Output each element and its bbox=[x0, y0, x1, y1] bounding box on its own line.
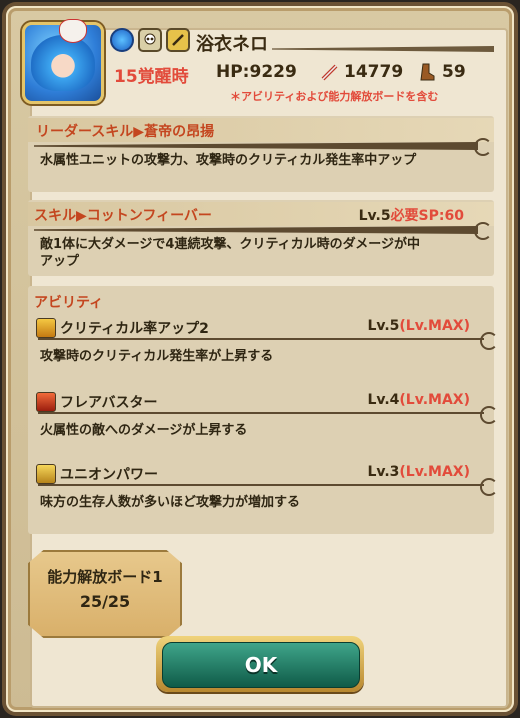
water-element-icon bbox=[110, 28, 134, 52]
ability-level-value: Lv.3 bbox=[367, 464, 400, 480]
divider-curl bbox=[480, 478, 498, 496]
section-divider bbox=[34, 226, 478, 234]
hp-value: HP:9229 bbox=[216, 62, 297, 82]
speed-stat: 59 bbox=[418, 62, 466, 82]
abilities-header: アビリティ bbox=[34, 295, 104, 311]
divider-curl bbox=[480, 332, 498, 350]
unit-attribute-icons bbox=[110, 28, 190, 52]
speed-value: 59 bbox=[442, 62, 466, 82]
sword-icon bbox=[321, 64, 338, 81]
ability-level-max: (Lv.MAX) bbox=[399, 464, 470, 480]
ability-row: フレアバスター Lv.4(Lv.MAX) bbox=[32, 390, 498, 424]
ability-name: ユニオンパワー bbox=[60, 467, 158, 483]
critical-up-icon bbox=[36, 318, 56, 338]
ability-level-value: Lv.5 bbox=[367, 318, 400, 334]
ok-button-frame: OK bbox=[156, 636, 364, 692]
ability-name: フレアバスター bbox=[60, 395, 158, 411]
ok-button[interactable]: OK bbox=[162, 642, 360, 688]
ability-divider bbox=[38, 338, 484, 340]
ability-divider bbox=[38, 412, 484, 414]
leader-skill-title: リーダースキル▶蒼帝の昂揚 bbox=[36, 124, 215, 140]
skill-sp: 必要SP:60 bbox=[390, 208, 464, 224]
divider-curl bbox=[474, 138, 492, 156]
avatar-art bbox=[31, 35, 95, 91]
ability-level: Lv.5(Lv.MAX) bbox=[367, 318, 470, 334]
section-divider bbox=[34, 142, 478, 150]
board-progress: 25/25 bbox=[79, 592, 131, 611]
skill-level-sp: Lv.5必要SP:60 bbox=[359, 205, 464, 225]
skill-level: Lv.5 bbox=[358, 208, 391, 224]
skull-race-icon bbox=[138, 28, 162, 52]
ability-desc: 火属性の敵へのダメージが上昇する bbox=[40, 423, 248, 438]
skill-desc-line2: アップ bbox=[40, 254, 80, 269]
attack-stat: 14779 bbox=[320, 62, 403, 82]
boot-icon bbox=[420, 63, 435, 81]
ability-desc: 味方の生存人数が多いほど攻撃力が増加する bbox=[40, 495, 301, 510]
fox-mask-icon bbox=[59, 19, 87, 43]
unit-avatar bbox=[22, 19, 104, 104]
ability-level-max: (Lv.MAX) bbox=[399, 392, 470, 408]
ability-desc: 攻撃時のクリティカル発生率が上昇する bbox=[40, 349, 274, 364]
skill-title: スキル▶コットンフィーバー bbox=[34, 208, 212, 224]
flame-buster-icon bbox=[36, 392, 56, 412]
stat-note: ＊アビリティおよび能力解放ボードを含む bbox=[230, 90, 439, 103]
ability-board-button[interactable]: 能力解放ボード1 25/25 bbox=[28, 550, 182, 638]
union-power-icon bbox=[36, 464, 56, 484]
leader-skill-desc: 水属性ユニットの攻撃力、攻撃時のクリティカル発生率中アップ bbox=[40, 153, 417, 168]
divider-curl bbox=[474, 222, 492, 240]
awakening-label: 15覚醒時 bbox=[114, 67, 189, 87]
unit-name: 浴衣ネロ bbox=[196, 34, 268, 55]
divider-curl bbox=[480, 406, 498, 424]
sword-type-icon bbox=[166, 28, 190, 52]
skill-desc-line1: 敵1体に大ダメージで4連続攻撃、クリティカル時のダメージが中 bbox=[40, 237, 421, 252]
ability-row: ユニオンパワー Lv.3(Lv.MAX) bbox=[32, 462, 498, 496]
ability-divider bbox=[38, 484, 484, 486]
ability-row: クリティカル率アップ2 Lv.5(Lv.MAX) bbox=[32, 316, 498, 350]
ability-level-value: Lv.4 bbox=[367, 392, 400, 408]
ability-level-max: (Lv.MAX) bbox=[399, 318, 470, 334]
attack-value: 14779 bbox=[344, 62, 404, 82]
ability-level: Lv.4(Lv.MAX) bbox=[367, 392, 470, 408]
board-label: 能力解放ボード1 bbox=[47, 568, 163, 586]
ability-name: クリティカル率アップ2 bbox=[60, 321, 209, 337]
ability-level: Lv.3(Lv.MAX) bbox=[367, 464, 470, 480]
